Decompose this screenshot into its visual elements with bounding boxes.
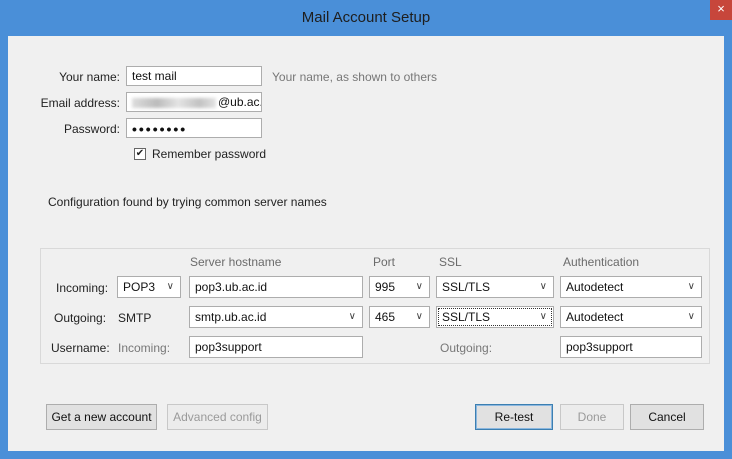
redacted-email-user	[132, 97, 216, 108]
outgoing-username-input[interactable]: pop3support	[560, 336, 702, 358]
outgoing-ssl-select[interactable]: SSL/TLS ∨	[436, 306, 554, 328]
email-label: Email address:	[40, 96, 120, 110]
chevron-down-icon: ∨	[166, 281, 174, 292]
username-outgoing-label: Outgoing:	[440, 341, 493, 355]
incoming-label: Incoming:	[56, 281, 109, 295]
incoming-port-value: 995	[375, 280, 396, 294]
incoming-ssl-value: SSL/TLS	[442, 280, 491, 294]
title-bar[interactable]: Mail Account Setup ×	[0, 0, 732, 36]
incoming-username-input[interactable]: pop3support	[189, 336, 363, 358]
column-header-ssl: SSL	[439, 255, 462, 269]
column-header-hostname: Server hostname	[190, 255, 282, 269]
chevron-down-icon: ∨	[539, 281, 547, 292]
incoming-hostname-input[interactable]: pop3.ub.ac.id	[189, 276, 363, 298]
password-label: Password:	[63, 122, 120, 136]
incoming-auth-value: Autodetect	[566, 280, 624, 294]
outgoing-auth-value: Autodetect	[566, 310, 624, 324]
incoming-ssl-select[interactable]: SSL/TLS ∨	[436, 276, 554, 298]
chevron-down-icon: ∨	[415, 311, 423, 322]
chevron-down-icon: ∨	[687, 311, 695, 322]
outgoing-hostname-select[interactable]: smtp.ub.ac.id ∨	[189, 306, 363, 328]
checkmark-icon: ✔	[135, 148, 145, 159]
mail-account-setup-window	[0, 0, 732, 459]
outgoing-port-select[interactable]: 465 ∨	[369, 306, 430, 328]
email-input[interactable]: @ub.ac.id	[126, 92, 262, 112]
outgoing-label: Outgoing:	[54, 311, 107, 325]
column-header-authentication: Authentication	[563, 255, 640, 269]
incoming-protocol-select[interactable]: POP3 ∨	[117, 276, 181, 298]
cancel-button[interactable]: Cancel	[630, 404, 704, 430]
name-hint: Your name, as shown to others	[272, 70, 437, 84]
retest-button[interactable]: Re-test	[475, 404, 553, 430]
outgoing-protocol: SMTP	[118, 311, 152, 325]
password-value: ••••••••	[132, 121, 188, 137]
remember-password-label[interactable]: Remember password	[152, 147, 266, 161]
close-icon[interactable]: ×	[710, 0, 732, 20]
incoming-auth-select[interactable]: Autodetect ∨	[560, 276, 702, 298]
outgoing-port-value: 465	[375, 310, 396, 324]
chevron-down-icon: ∨	[539, 311, 547, 322]
chevron-down-icon: ∨	[687, 281, 695, 292]
outgoing-auth-select[interactable]: Autodetect ∨	[560, 306, 702, 328]
outgoing-ssl-value: SSL/TLS	[442, 310, 491, 324]
name-label: Your name:	[59, 70, 120, 84]
username-label: Username:	[51, 341, 110, 355]
incoming-port-select[interactable]: 995 ∨	[369, 276, 430, 298]
chevron-down-icon: ∨	[415, 281, 423, 292]
status-message: Configuration found by trying common ser…	[48, 195, 327, 209]
column-header-port: Port	[373, 255, 396, 269]
done-button[interactable]: Done	[560, 404, 624, 430]
get-new-account-button[interactable]: Get a new account	[46, 404, 157, 430]
outgoing-hostname-value: smtp.ub.ac.id	[195, 310, 267, 324]
incoming-protocol-value: POP3	[123, 280, 156, 294]
username-incoming-label: Incoming:	[118, 341, 171, 355]
window-title: Mail Account Setup	[301, 9, 431, 26]
advanced-config-button[interactable]: Advanced config	[167, 404, 268, 430]
name-input[interactable]: test mail	[126, 66, 262, 86]
chevron-down-icon: ∨	[348, 311, 356, 322]
password-input[interactable]: ••••••••	[126, 118, 262, 138]
remember-password-checkbox[interactable]: ✔	[134, 148, 146, 160]
email-domain: @ub.ac.id	[218, 95, 261, 109]
